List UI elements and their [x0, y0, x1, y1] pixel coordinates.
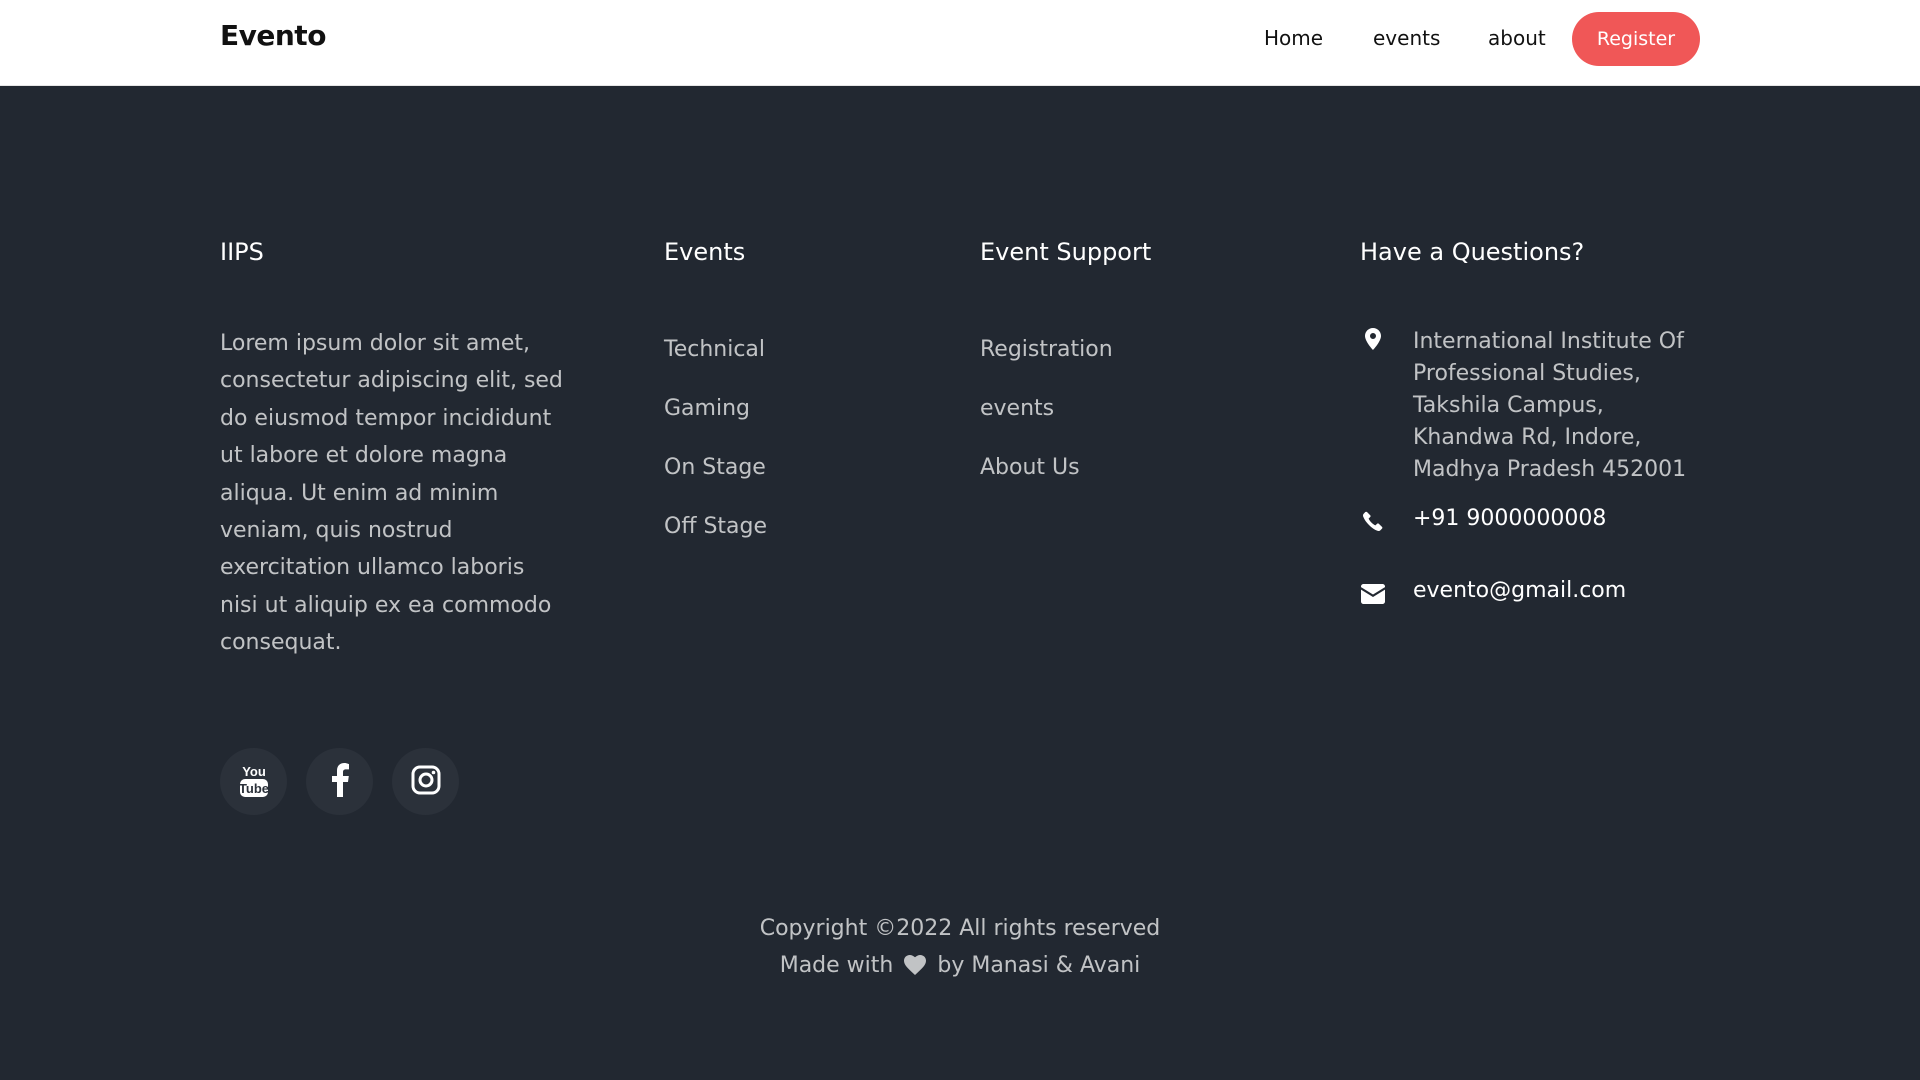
youtube-icon: You Tube [238, 762, 269, 802]
footer-link-registration[interactable]: Registration [980, 337, 1113, 396]
made-with-line: Made with by Manasi & Avani [0, 947, 1920, 987]
footer-link-events[interactable]: events [980, 396, 1113, 455]
footer-title-iips: IIPS [220, 238, 264, 266]
footer-title-questions: Have a Questions? [1360, 238, 1585, 266]
footer-link-gaming[interactable]: Gaming [664, 396, 767, 455]
nav-link-events[interactable]: events [1373, 26, 1440, 50]
youtube-button[interactable]: You Tube [220, 748, 287, 815]
footer-link-off-stage[interactable]: Off Stage [664, 514, 767, 573]
copyright-block: Copyright ©2022 All rights reserved Made… [0, 910, 1920, 987]
facebook-icon [331, 762, 349, 801]
svg-text:Tube: Tube [239, 781, 269, 796]
instagram-icon [411, 765, 441, 799]
made-with-suffix: by Manasi & Avani [937, 953, 1141, 978]
instagram-button[interactable] [392, 748, 459, 815]
events-link-list: Technical Gaming On Stage Off Stage [664, 337, 767, 573]
footer-title-events: Events [664, 238, 746, 266]
phone-number[interactable]: +91 9000000008 [1413, 506, 1606, 531]
top-navbar: Evento Home events about Register [0, 0, 1920, 86]
email-address[interactable]: evento@gmail.com [1413, 578, 1626, 603]
facebook-button[interactable] [306, 748, 373, 815]
support-link-list: Registration events About Us [980, 337, 1113, 514]
envelope-icon [1360, 581, 1386, 607]
made-with-prefix: Made with [779, 953, 894, 978]
map-marker-icon [1360, 326, 1386, 352]
svg-text:You: You [242, 764, 266, 779]
copyright-text: Copyright ©2022 All rights reserved [759, 916, 1161, 941]
brand-logo[interactable]: Evento [220, 19, 326, 52]
address-text: International Institute Of Professional … [1413, 329, 1687, 482]
heart-icon [904, 950, 927, 987]
nav-link-home[interactable]: Home [1264, 26, 1323, 50]
phone-icon [1360, 508, 1386, 534]
footer-link-technical[interactable]: Technical [664, 337, 767, 396]
footer-about-text: Lorem ipsum dolor sit amet, consectetur … [220, 331, 563, 656]
nav-link-about[interactable]: about [1488, 26, 1546, 50]
footer-link-on-stage[interactable]: On Stage [664, 455, 767, 514]
register-button[interactable]: Register [1572, 12, 1700, 66]
footer-title-event-support: Event Support [980, 238, 1152, 266]
footer-link-about-us[interactable]: About Us [980, 455, 1113, 514]
